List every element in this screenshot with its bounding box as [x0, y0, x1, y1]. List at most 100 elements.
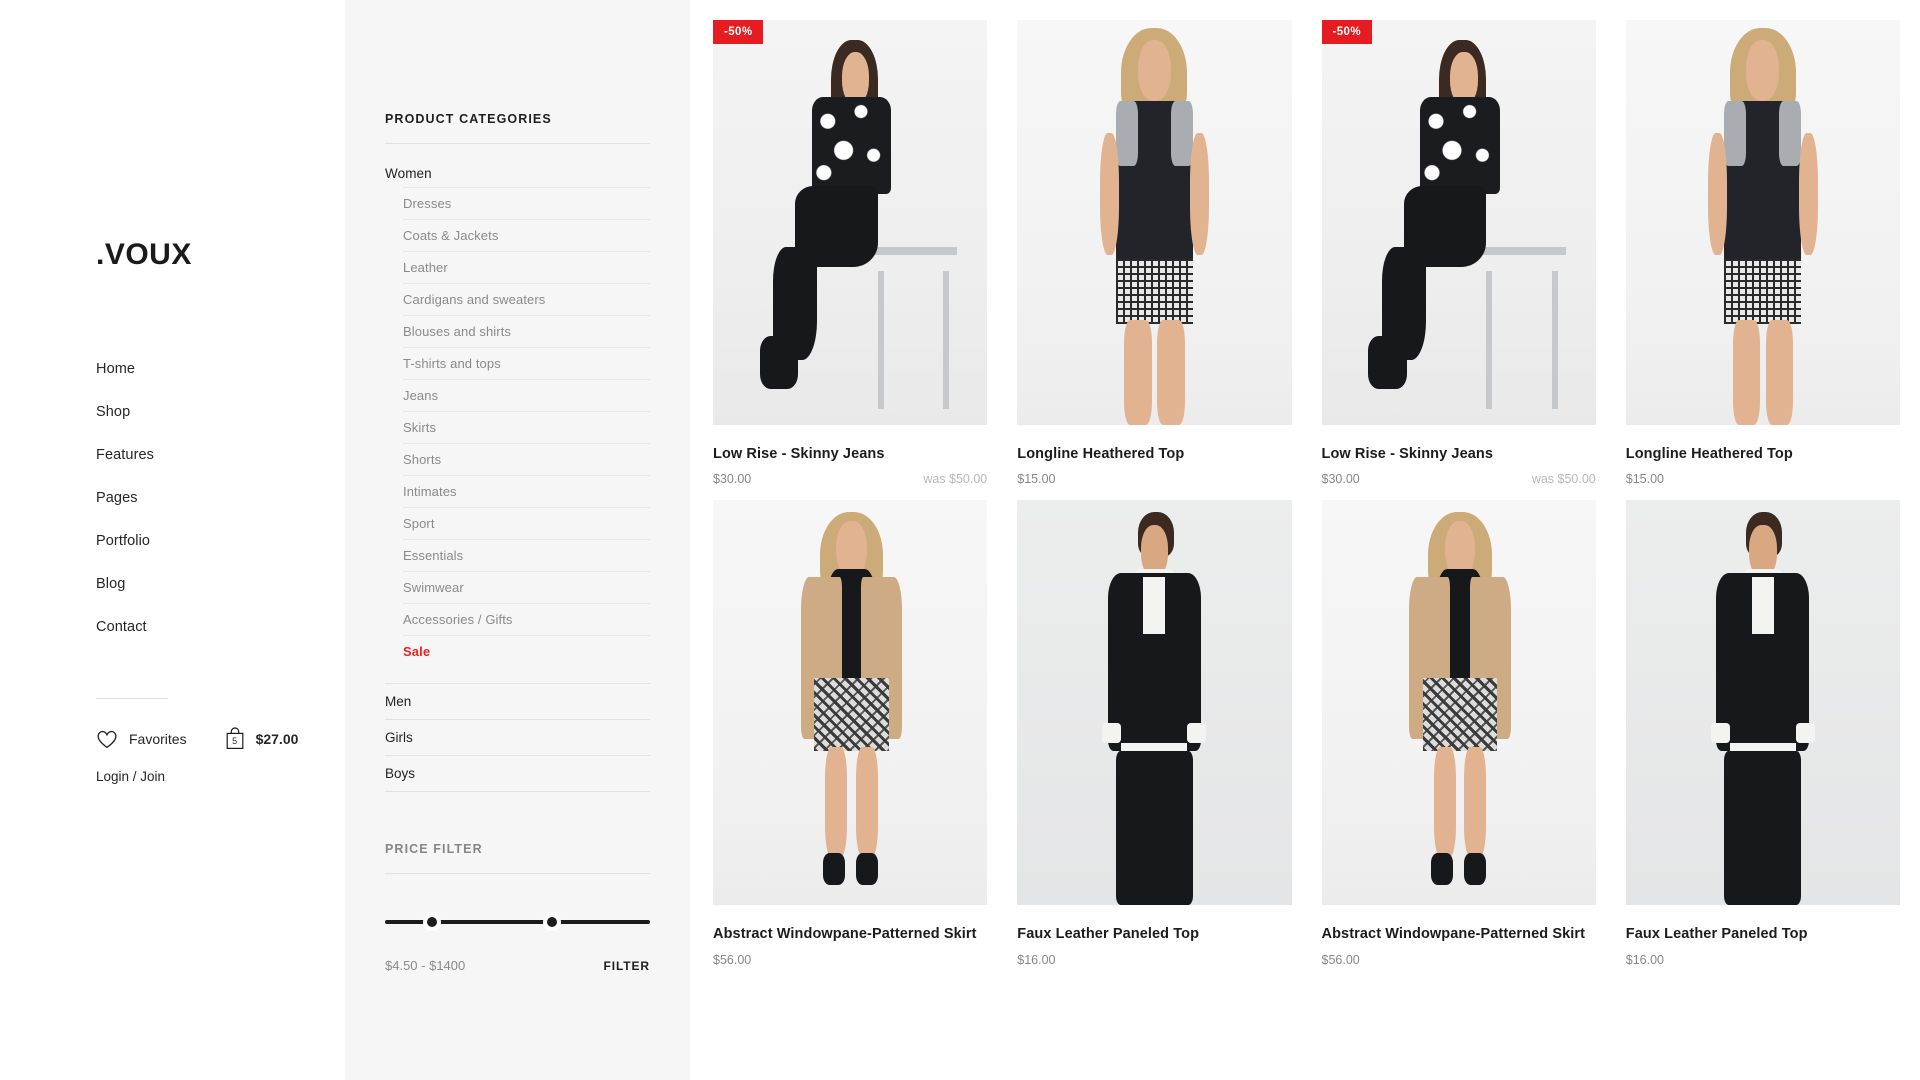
product-image[interactable]	[713, 500, 988, 906]
product-name[interactable]: Low Rise - Skinny Jeans	[713, 445, 987, 464]
filter-button[interactable]: FILTER	[603, 959, 650, 973]
product-image[interactable]	[1625, 20, 1900, 425]
nav-item-portfolio[interactable]: Portfolio	[96, 532, 154, 550]
product-name[interactable]: Low Rise - Skinny Jeans	[1322, 445, 1596, 464]
price-range-slider[interactable]	[385, 912, 650, 932]
subcategory-accessories-gifts[interactable]: Accessories / Gifts	[403, 604, 650, 635]
list-item[interactable]: Sport	[403, 507, 650, 539]
product-card[interactable]: Faux Leather Paneled Top $16.00	[1017, 500, 1292, 967]
list-item[interactable]: Jeans	[403, 379, 650, 411]
list-item[interactable]: Men	[385, 683, 650, 720]
cart-button[interactable]: 5 $27.00	[225, 727, 298, 750]
sale-badge: -50%	[713, 20, 764, 44]
category-women[interactable]: Women	[385, 144, 650, 187]
product-price: $16.00	[1017, 952, 1056, 967]
product-name[interactable]: Longline Heathered Top	[1626, 445, 1900, 464]
nav-link-pages[interactable]: Pages	[96, 490, 138, 506]
subcategory-jeans[interactable]: Jeans	[403, 380, 650, 411]
list-item[interactable]: Accessories / Gifts	[403, 603, 650, 635]
product-card[interactable]: Abstract Windowpane-Patterned Skirt $56.…	[713, 500, 988, 967]
category-boys[interactable]: Boys	[385, 756, 650, 791]
product-card[interactable]: Longline Heathered Top $15.00	[1625, 20, 1900, 486]
list-item[interactable]: Coats & Jackets	[403, 219, 650, 251]
product-name[interactable]: Abstract Windowpane-Patterned Skirt	[713, 925, 987, 944]
utility-row: Favorites 5 $27.00	[96, 727, 298, 750]
product-card[interactable]: Longline Heathered Top $15.00	[1017, 20, 1292, 486]
subcategory-leather[interactable]: Leather	[403, 252, 650, 283]
subcategory-sale[interactable]: Sale	[403, 636, 650, 667]
nav-link-blog[interactable]: Blog	[96, 576, 125, 592]
list-item[interactable]: Skirts	[403, 411, 650, 443]
nav-item-features[interactable]: Features	[96, 446, 154, 464]
subcategory-intimates[interactable]: Intimates	[403, 476, 650, 507]
login-join-link[interactable]: Login / Join	[96, 769, 165, 784]
nav-link-portfolio[interactable]: Portfolio	[96, 533, 150, 549]
list-item[interactable]: Boys	[385, 756, 650, 792]
subcategory-sport[interactable]: Sport	[403, 508, 650, 539]
category-girls[interactable]: Girls	[385, 720, 650, 755]
list-item[interactable]: Sale	[403, 635, 650, 667]
subcategory-coats-jackets[interactable]: Coats & Jackets	[403, 220, 650, 251]
nav-item-contact[interactable]: Contact	[96, 618, 154, 636]
product-card[interactable]: Abstract Windowpane-Patterned Skirt $56.…	[1321, 500, 1596, 967]
product-name[interactable]: Faux Leather Paneled Top	[1626, 925, 1900, 944]
product-price: $30.00	[1321, 472, 1360, 487]
list-item[interactable]: Essentials	[403, 539, 650, 571]
site-logo[interactable]: .VOUX	[96, 240, 192, 270]
product-card[interactable]: -50% Low Rise - Skinny Jeans $30.00 was …	[1321, 20, 1596, 486]
subcategory-essentials[interactable]: Essentials	[403, 540, 650, 571]
category-men[interactable]: Men	[385, 684, 650, 719]
product-image[interactable]: -50%	[1321, 20, 1596, 425]
product-name[interactable]: Faux Leather Paneled Top	[1017, 925, 1291, 944]
product-old-price: was $50.00	[1531, 472, 1596, 487]
subcategory-shorts[interactable]: Shorts	[403, 444, 650, 475]
product-grid-area: -50% Low Rise - Skinny Jeans $30.00 was …	[690, 0, 1920, 1080]
nav-item-shop[interactable]: Shop	[96, 403, 154, 421]
product-categories-title: PRODUCT CATEGORIES	[385, 112, 552, 126]
product-price-row: $16.00	[1017, 953, 1291, 967]
slider-handle-max[interactable]	[543, 913, 561, 931]
subcategory-skirts[interactable]: Skirts	[403, 412, 650, 443]
product-image[interactable]	[1017, 500, 1292, 906]
slider-handle-min[interactable]	[423, 913, 441, 931]
product-name[interactable]: Abstract Windowpane-Patterned Skirt	[1322, 925, 1596, 944]
product-price-row: $15.00	[1626, 472, 1900, 486]
product-card[interactable]: -50% Low Rise - Skinny Jeans $30.00 was …	[713, 20, 988, 486]
favorites-button[interactable]: Favorites	[96, 729, 187, 749]
list-item[interactable]: Leather	[403, 251, 650, 283]
subcategory-blouses-shirts[interactable]: Blouses and shirts	[403, 316, 650, 347]
product-price-row: $56.00	[1322, 953, 1596, 967]
list-item[interactable]: Dresses	[403, 187, 650, 219]
nav-link-features[interactable]: Features	[96, 447, 154, 463]
list-item[interactable]: Blouses and shirts	[403, 315, 650, 347]
list-item[interactable]: Girls	[385, 720, 650, 756]
nav-link-shop[interactable]: Shop	[96, 404, 130, 420]
product-card[interactable]: Faux Leather Paneled Top $16.00	[1625, 500, 1900, 967]
product-name[interactable]: Longline Heathered Top	[1017, 445, 1291, 464]
list-item[interactable]: Shorts	[403, 443, 650, 475]
price-filter-rule	[385, 873, 650, 874]
list-item[interactable]: T-shirts and tops	[403, 347, 650, 379]
nav-item-home[interactable]: Home	[96, 360, 154, 378]
women-subcategory-list: Dresses Coats & Jackets Leather Cardigan…	[385, 187, 650, 667]
subcategory-cardigans-sweaters[interactable]: Cardigans and sweaters	[403, 284, 650, 315]
product-image[interactable]	[1321, 500, 1596, 906]
nav-link-contact[interactable]: Contact	[96, 619, 147, 635]
product-image[interactable]	[1017, 20, 1292, 425]
subcategory-tshirts-tops[interactable]: T-shirts and tops	[403, 348, 650, 379]
nav-link-home[interactable]: Home	[96, 361, 135, 377]
product-price-row: $16.00	[1626, 953, 1900, 967]
product-price-row: $30.00 was $50.00	[1322, 472, 1596, 486]
list-item[interactable]: Swimwear	[403, 571, 650, 603]
list-item[interactable]: Intimates	[403, 475, 650, 507]
product-price: $15.00	[1625, 472, 1664, 487]
list-item[interactable]: Cardigans and sweaters	[403, 283, 650, 315]
subcategory-swimwear[interactable]: Swimwear	[403, 572, 650, 603]
subcategory-dresses[interactable]: Dresses	[403, 188, 650, 219]
nav-item-pages[interactable]: Pages	[96, 489, 154, 507]
nav-item-blog[interactable]: Blog	[96, 575, 154, 593]
sale-badge: -50%	[1321, 20, 1372, 44]
shop-sidebar: PRODUCT CATEGORIES Women Dresses Coats &…	[345, 0, 690, 1080]
product-image[interactable]: -50%	[713, 20, 988, 425]
product-image[interactable]	[1625, 500, 1900, 906]
